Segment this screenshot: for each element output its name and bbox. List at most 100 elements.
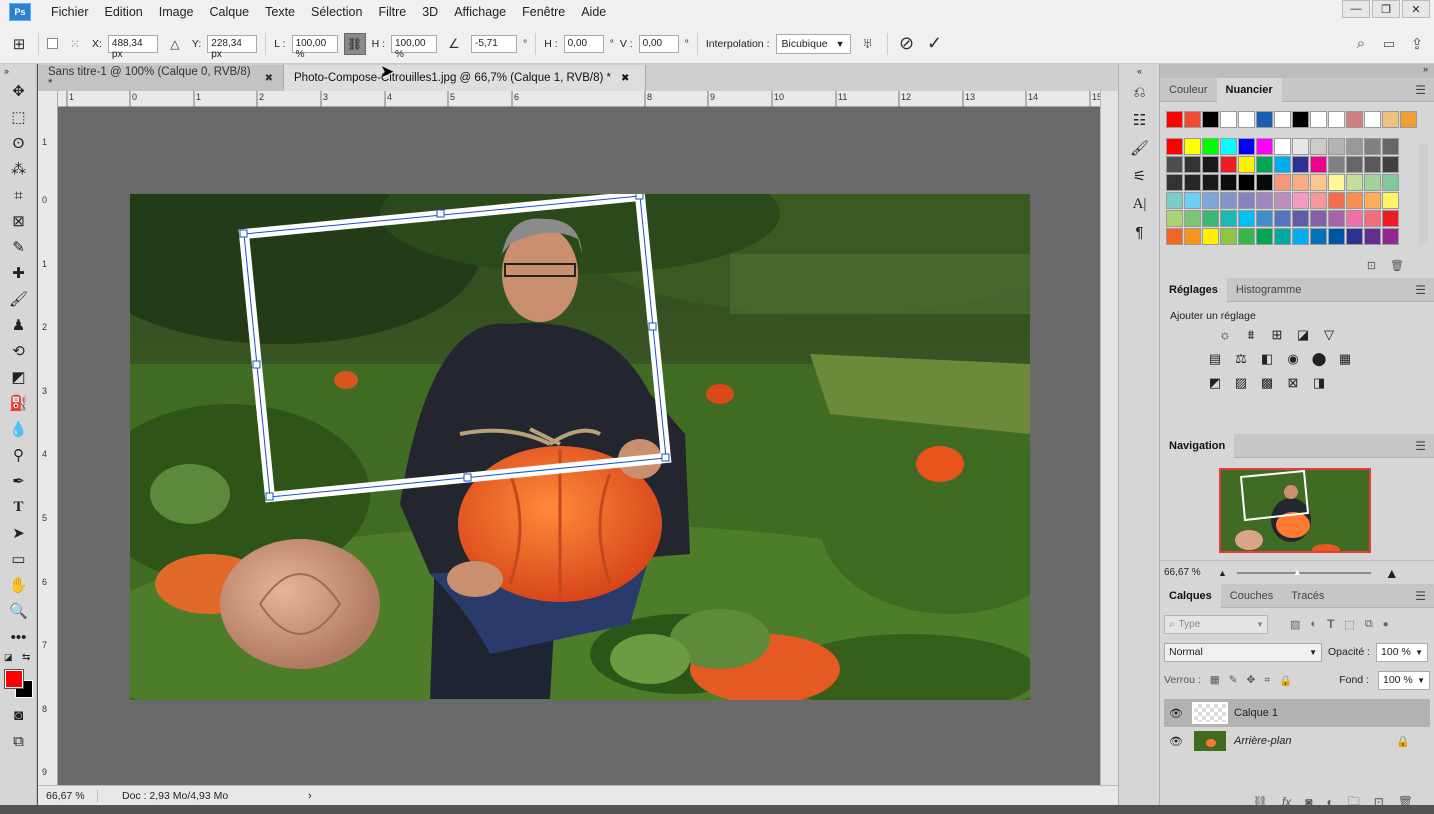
swatch[interactable] [1202,111,1219,128]
panel-menu-icon[interactable]: ☰ [1415,83,1426,97]
swatch[interactable] [1364,192,1381,209]
swatch[interactable] [1220,228,1237,245]
swatch[interactable] [1328,156,1345,173]
swatch[interactable] [1274,111,1291,128]
swatch[interactable] [1184,174,1201,191]
swatch[interactable] [1220,111,1237,128]
ruler-left[interactable]: 1 0 1 2 3 4 5 6 7 8 9 [38,91,58,785]
width-field[interactable]: 100,00 % [291,34,338,60]
adjustment-filter-icon[interactable]: ◐ [1310,618,1317,630]
swatch[interactable] [1328,111,1345,128]
new-swatch-icon[interactable]: ⊡ [1367,259,1376,272]
blend-mode-select[interactable]: Normal ▼ [1164,642,1322,662]
swatch[interactable] [1256,111,1273,128]
hand-tool-icon[interactable]: ✋ [0,572,37,598]
visibility-eye-icon[interactable]: 👁 [1164,707,1188,720]
swatch[interactable] [1238,156,1255,173]
history-icon[interactable]: ⎌ [1119,78,1160,106]
ruler-top[interactable]: 1 0 1 2 3 4 5 6 8 9 10 11 12 13 14 15 [58,91,1102,107]
swatch[interactable] [1328,210,1345,227]
swatch[interactable] [1292,228,1309,245]
pixel-filter-icon[interactable]: ▨ [1290,618,1300,631]
x-field[interactable]: 488,34 px [107,34,158,60]
lock-all-icon[interactable]: 🔒 [1279,674,1292,687]
paragraph-icon[interactable]: ¶ [1119,218,1160,246]
swatch[interactable] [1364,228,1381,245]
swatch[interactable] [1202,174,1219,191]
layer-row[interactable]: 👁 Calque 1 [1164,699,1430,727]
menu-filtre[interactable]: Filtre [370,0,414,24]
swatch[interactable] [1166,138,1183,155]
type-tool-icon[interactable]: T [0,494,37,520]
adjustments-sliders-icon[interactable]: ⚟ [1119,162,1160,190]
swatch[interactable] [1274,138,1291,155]
close-icon[interactable]: ✖ [621,73,629,84]
hue-saturation-icon[interactable]: ▤ [1205,351,1225,367]
swatch[interactable] [1238,210,1255,227]
swatch[interactable] [1328,192,1345,209]
search-icon[interactable]: ⌕ [1350,33,1372,55]
lock-transparent-icon[interactable]: ▦ [1210,674,1220,686]
swatch-scrollbar[interactable] [1418,144,1428,244]
angle-field[interactable]: -5,71 [470,34,517,53]
swatch[interactable] [1166,228,1183,245]
tab-sans-titre[interactable]: Sans titre-1 @ 100% (Calque 0, RVB/8) * … [38,65,284,91]
swatch[interactable] [1274,192,1291,209]
swatch[interactable] [1238,111,1255,128]
swatch[interactable] [1238,192,1255,209]
trash-icon[interactable]: 🗑 [1390,259,1404,272]
swatch[interactable] [1220,174,1237,191]
v-skew-field[interactable]: 0,00 [638,34,679,53]
fill-field[interactable]: 100 % ▼ [1378,670,1430,690]
menu-texte[interactable]: Texte [257,0,303,24]
swatch[interactable] [1346,174,1363,191]
commit-transform-icon[interactable]: ✓ [924,33,946,55]
swatch[interactable] [1346,156,1363,173]
swatch[interactable] [1292,192,1309,209]
paint-bucket-tool-icon[interactable]: ⛽ [0,390,37,416]
swatch[interactable] [1328,228,1345,245]
share-icon[interactable]: ⇪ [1406,33,1428,55]
reference-point-checkbox[interactable] [47,38,58,49]
lasso-tool-icon[interactable]: ʘ [0,130,37,156]
swatch[interactable] [1346,138,1363,155]
swatch[interactable] [1256,138,1273,155]
tab-histogramme[interactable]: Histogramme [1227,278,1310,302]
swatch[interactable] [1184,138,1201,155]
swatch[interactable] [1382,228,1399,245]
black-white-icon[interactable]: ◧ [1257,351,1277,367]
swatch[interactable] [1382,174,1399,191]
vertical-scrollbar[interactable] [1100,91,1118,785]
swatch[interactable] [1220,210,1237,227]
zoom-out-icon[interactable]: ▲ [1218,568,1227,578]
threshold-icon[interactable]: ▩ [1257,375,1277,391]
swatch[interactable] [1256,228,1273,245]
new-adjustment-icon[interactable]: ◐ [1326,795,1333,809]
menu-image[interactable]: Image [151,0,202,24]
swatch[interactable] [1202,228,1219,245]
new-layer-icon[interactable]: ⊡ [1374,795,1384,809]
eraser-tool-icon[interactable]: ◩ [0,364,37,390]
swatch[interactable] [1364,156,1381,173]
screen-mode-icon[interactable]: ⧉ [0,728,37,754]
chevron-right-icon[interactable]: › [308,790,312,802]
zoom-tool-icon[interactable]: 🔍 [0,598,37,624]
link-layers-icon[interactable]: ⛓ [1253,795,1268,809]
photo-filter-icon[interactable]: ◉ [1283,351,1303,367]
swatch[interactable] [1292,174,1309,191]
swatch[interactable] [1346,111,1363,128]
swatch[interactable] [1364,174,1381,191]
shape-tool-icon[interactable]: ▭ [0,546,37,572]
warp-mode-icon[interactable]: ♅ [857,33,879,55]
shape-filter-icon[interactable]: ⬚ [1344,618,1354,631]
swatch[interactable] [1328,138,1345,155]
swatch[interactable] [1292,210,1309,227]
swatch[interactable] [1166,156,1183,173]
brightness-icon[interactable]: ☼ [1215,326,1235,342]
layer-name[interactable]: Calque 1 [1234,707,1278,719]
path-selection-tool-icon[interactable]: ➤ [0,520,37,546]
tab-calques[interactable]: Calques [1160,583,1221,608]
pen-tool-icon[interactable]: ✒ [0,468,37,494]
swatch[interactable] [1382,210,1399,227]
swatch[interactable] [1238,174,1255,191]
